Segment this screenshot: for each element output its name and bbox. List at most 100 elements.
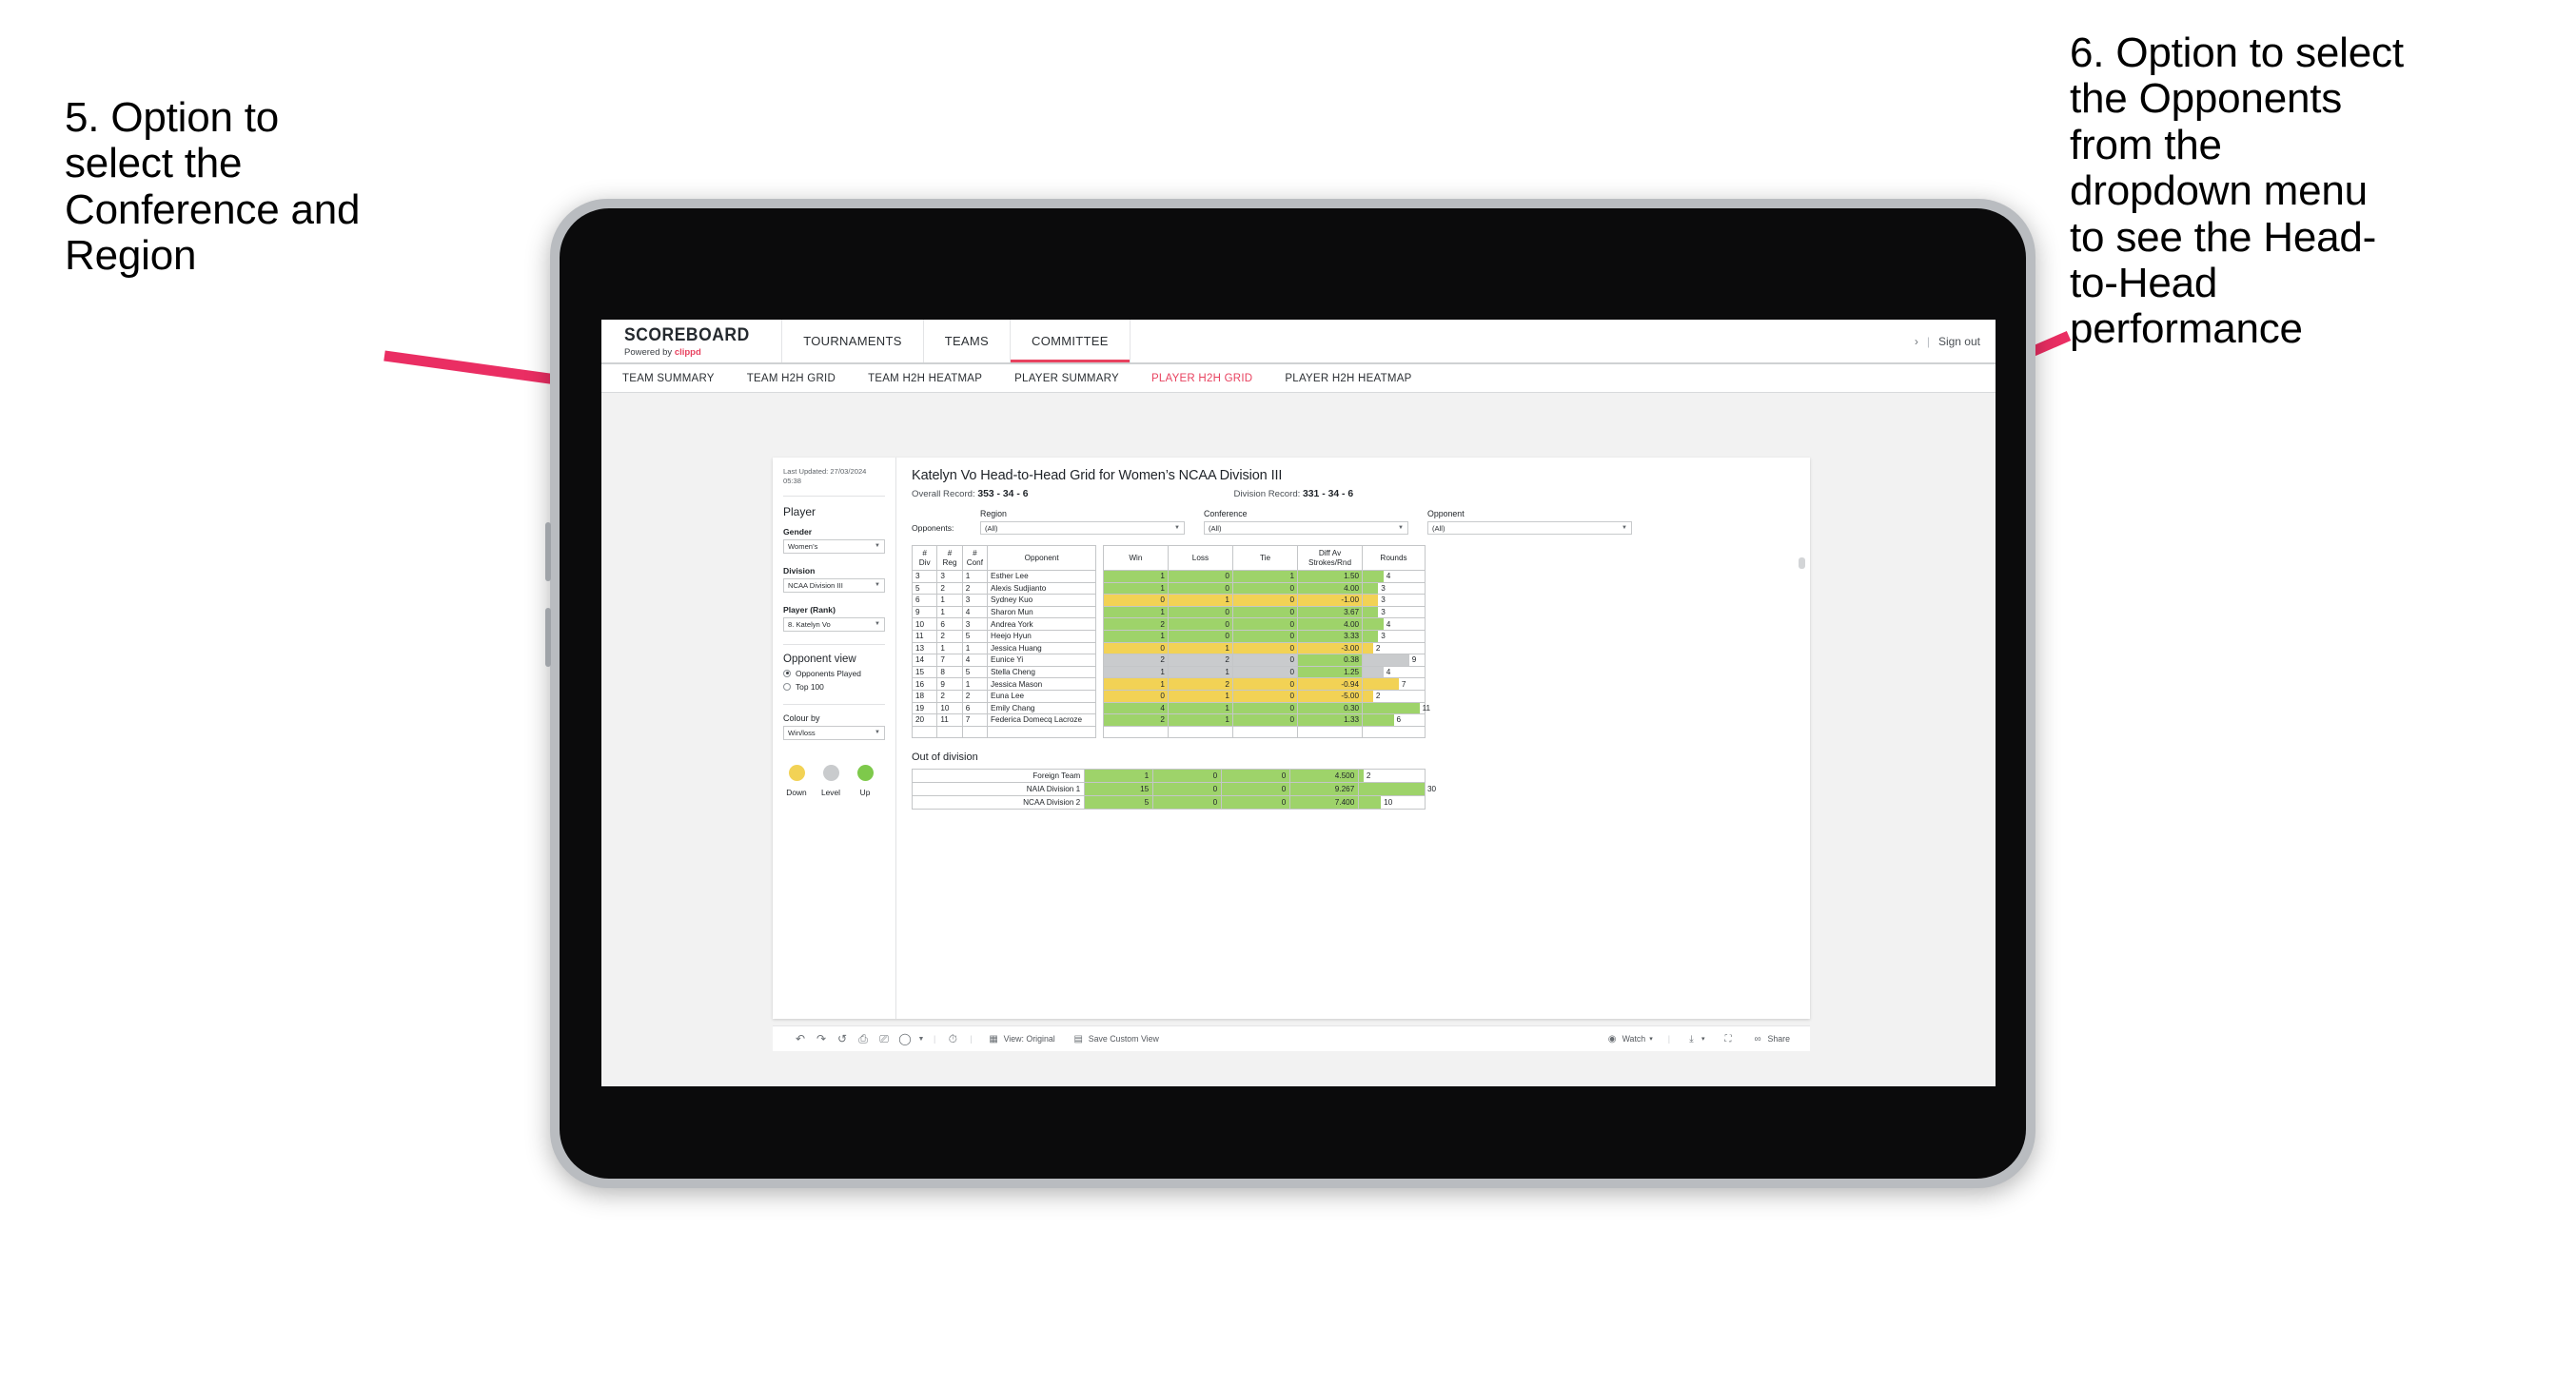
cell-blank [987,725,1097,739]
filter-region: Region (All) ▼ [980,509,1185,535]
filter-division-label: Division [783,565,816,576]
radio-opponents-played[interactable]: Opponents Played [783,669,885,678]
out-of-division-row[interactable]: NCAA Division 2 5 0 0 7.400 10 [911,795,1426,810]
table-row[interactable]: 20 11 7 Federica Domecq Lacroze 2 1 0 1.33 6 [911,713,1426,727]
cell-tie: 0 [1231,677,1299,691]
pause-refresh-icon[interactable]: ⎚ [874,1032,895,1046]
cell-ood-win: 1 [1084,769,1154,784]
cell-ood-name: NCAA Division 2 [911,795,1086,810]
out-of-division-row[interactable]: NAIA Division 1 15 0 0 9.267 30 [911,782,1436,797]
cell-reg: 2 [936,629,963,643]
cell-loss: 0 [1167,629,1233,643]
subnav-item-player-h2h-heatmap[interactable]: PLAYER H2H HEATMAP [1285,373,1411,384]
cell-ood-name: NAIA Division 1 [911,782,1086,797]
division-record-value: 331 - 34 - 6 [1303,489,1354,499]
table-row[interactable]: 9 1 4 Sharon Mun 1 0 0 3.67 3 [911,605,1426,619]
cell-loss: 2 [1167,677,1233,691]
cell-div: 18 [911,689,938,703]
rounds-bar [1363,714,1394,726]
cell-reg: 1 [936,605,963,619]
cell-tie: 0 [1231,689,1299,703]
rounds-value: 4 [1386,668,1391,677]
cell-ood-win: 15 [1084,782,1154,797]
refresh-icon[interactable]: ⎙ [853,1032,874,1046]
cell-rounds-bar: 4 [1362,570,1426,583]
table-row[interactable]: 19 10 6 Emily Chang 4 1 0 0.30 11 [911,701,1430,715]
dashboard-canvas: Last Updated: 27/03/2024 05:38 Player Ge… [601,395,1996,1086]
table-row[interactable]: 16 9 1 Jessica Mason 1 2 0 -0.94 7 [911,677,1426,691]
subnav-item-player-h2h-grid[interactable]: PLAYER H2H GRID [1151,373,1252,384]
cell-blank [1102,725,1169,739]
cell-rounds-bar: 4 [1362,665,1426,679]
chevron-down-icon: ▼ [1174,525,1180,531]
table-row[interactable]: 14 7 4 Eunice Yi 2 2 0 0.38 9 [911,654,1426,667]
revert-icon[interactable]: ↺ [832,1032,853,1045]
table-row[interactable]: 13 1 1 Jessica Huang 0 1 0 -3.00 2 [911,641,1426,655]
download-button[interactable]: ⤓ ▾ [1677,1034,1714,1044]
table-row[interactable]: 3 3 1 Esther Lee 1 0 1 1.50 4 [911,570,1426,583]
cell-reg: 11 [936,713,963,727]
table-row[interactable]: 10 6 3 Andrea York 2 0 0 4.00 4 [911,617,1426,631]
filter-colour-by-select[interactable]: Win/loss ▼ [783,725,885,740]
save-custom-view-button[interactable]: ▤ Save Custom View [1064,1034,1168,1044]
cell-conf: 4 [961,654,989,667]
cell-opponent: Esther Lee [987,570,1097,583]
cell-rounds-bar: 2 [1362,689,1426,703]
subnav-item-team-h2h-grid[interactable]: TEAM H2H GRID [747,373,836,384]
radio-top-100[interactable]: Top 100 [783,682,885,692]
brand-logo[interactable]: SCOREBOARD Powered by clippd [601,320,783,362]
table-row[interactable]: 15 8 5 Stella Cheng 1 1 0 1.25 4 [911,665,1426,679]
filter-gender-select[interactable]: Women’s ▼ [783,538,885,554]
subnav-item-team-summary[interactable]: TEAM SUMMARY [622,373,715,384]
page-title: Katelyn Vo Head-to-Head Grid for Women’s… [912,468,1283,483]
out-of-division-row[interactable]: Foreign Team 1 0 0 4.500 2 [911,769,1426,784]
cell-opponent: Jessica Huang [987,641,1097,655]
out-of-division-heading: Out of division [912,752,978,764]
cell-tie: 0 [1231,605,1299,619]
cell-ood-loss: 0 [1152,795,1223,810]
rounds-value: 2 [1375,643,1381,653]
sign-out-link[interactable]: Sign out [1938,335,1980,348]
topnav-item-committee[interactable]: COMMITTEE [1011,320,1131,362]
cell-opponent: Alexis Sudjianto [987,581,1097,595]
filter-opponent-select[interactable]: (All) ▼ [1427,521,1632,535]
cell-diff: 1.25 [1296,665,1364,679]
cell-diff: 1.33 [1296,713,1364,727]
filter-region-select[interactable]: (All) ▼ [980,521,1185,535]
table-scrollbar[interactable] [1799,557,1805,569]
redo-icon[interactable]: ↷ [811,1032,832,1045]
filter-player-rank-select[interactable]: 8. Katelyn Vo ▼ [783,616,885,632]
sidebar-divider-3 [783,703,885,705]
table-row[interactable]: 6 1 3 Sydney Kuo 0 1 0 -1.00 3 [911,594,1426,607]
topnav-item-teams[interactable]: TEAMS [924,320,1011,362]
view-original-button[interactable]: ▦ View: Original [979,1034,1064,1044]
chevron-right-icon[interactable]: › [1915,335,1918,348]
highlight-icon[interactable]: ◯ [895,1032,915,1045]
undo-icon[interactable]: ↶ [790,1032,811,1045]
table-row[interactable]: 11 2 5 Heejo Hyun 1 0 0 3.33 3 [911,629,1426,643]
chevron-down-icon[interactable]: ▼ [915,1036,927,1043]
subnav-item-team-h2h-heatmap[interactable]: TEAM H2H HEATMAP [868,373,982,384]
rounds-bar [1363,595,1379,606]
filter-division-select[interactable]: NCAA Division III ▼ [783,577,885,593]
cell-win: 1 [1102,677,1169,691]
col-header-reg: # Reg [936,545,963,571]
cell-conf: 1 [961,570,989,583]
overall-record: Overall Record: 353 - 34 - 6 [912,489,1028,499]
pause-auto-update-icon[interactable]: ⏱ [942,1032,963,1046]
cell-reg: 2 [936,581,963,595]
cell-div: 14 [911,654,938,667]
table-row[interactable]: 18 2 2 Euna Lee 0 1 0 -5.00 2 [911,689,1426,703]
table-row[interactable]: 5 2 2 Alexis Sudjianto 1 0 0 4.00 3 [911,581,1426,595]
subnav-item-player-summary[interactable]: PLAYER SUMMARY [1014,373,1119,384]
watch-button[interactable]: ◉ Watch ▾ [1598,1034,1662,1044]
cell-div: 5 [911,581,938,595]
filter-conference-select[interactable]: (All) ▼ [1204,521,1408,535]
fullscreen-button[interactable]: ⛶ [1714,1034,1743,1044]
share-button[interactable]: ∞ Share [1743,1034,1799,1044]
filter-opponent-value: (All) [1432,523,1445,533]
topnav-item-tournaments[interactable]: TOURNAMENTS [782,320,924,362]
cell-conf: 3 [961,617,989,631]
legend-item-level: Level [820,764,841,797]
cell-win: 2 [1102,617,1169,631]
